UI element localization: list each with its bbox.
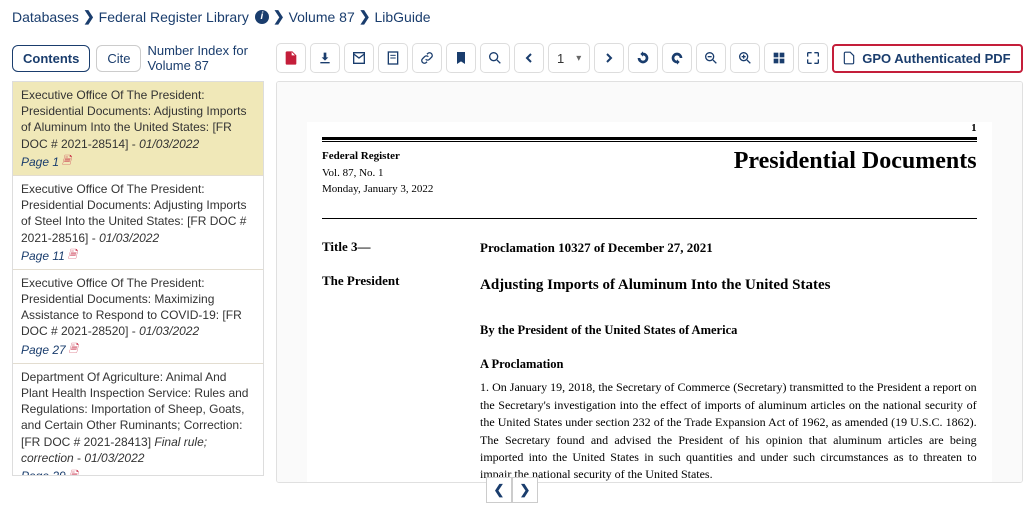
- proclamation-title: Adjusting Imports of Aluminum Into the U…: [480, 275, 977, 297]
- by-line: By the President of the United States of…: [480, 321, 977, 339]
- proclamation-number: Proclamation 10327 of December 27, 2021: [480, 239, 977, 258]
- pdf-icon: [842, 51, 856, 65]
- toc-item[interactable]: Executive Office Of The President: Presi…: [13, 176, 263, 270]
- doc-president: The President: [322, 273, 452, 289]
- grid-view-button[interactable]: [764, 43, 794, 73]
- pdf-icon: 🗎: [69, 469, 78, 476]
- email-button[interactable]: [344, 43, 374, 73]
- tab-contents[interactable]: Contents: [12, 45, 90, 72]
- document-viewer[interactable]: 1 Federal Register Vol. 87, No. 1 Monday…: [276, 81, 1023, 483]
- number-index-link[interactable]: Number Index for Volume 87: [147, 43, 264, 73]
- pdf-icon: 🗎: [69, 342, 78, 357]
- prev-page-button[interactable]: [514, 43, 544, 73]
- link-button[interactable]: [412, 43, 442, 73]
- toc-item[interactable]: Department Of Agriculture: Animal And Pl…: [13, 364, 263, 476]
- rotate-ccw-button[interactable]: [628, 43, 658, 73]
- page-select[interactable]: 1▾: [548, 43, 590, 73]
- download-button[interactable]: [310, 43, 340, 73]
- bookmark-button[interactable]: [446, 43, 476, 73]
- pdf-icon: 🗎: [68, 248, 77, 263]
- breadcrumb: Databases ❯ Federal Register Library i ❯…: [0, 0, 1024, 33]
- doc-register: Federal Register: [322, 148, 433, 165]
- doc-main-title: Presidential Documents: [734, 148, 977, 175]
- notes-button[interactable]: [378, 43, 408, 73]
- chevron-down-icon: ▾: [576, 53, 581, 64]
- doc-date: Monday, January 3, 2022: [322, 181, 433, 198]
- doc-paragraph: 1. On January 19, 2018, the Secretary of…: [480, 379, 977, 483]
- right-panel: 1▾ GPO Authenticated PDF 1 Federal Regis…: [276, 43, 1023, 483]
- breadcrumb-volume[interactable]: Volume 87: [289, 9, 355, 25]
- doc-title3: Title 3—: [322, 239, 452, 255]
- pdf-icon: 🗎: [62, 154, 71, 169]
- toc-item[interactable]: Executive Office Of The President: Presi…: [13, 82, 263, 176]
- breadcrumb-libguide[interactable]: LibGuide: [374, 9, 430, 25]
- doc-volume: Vol. 87, No. 1: [322, 165, 433, 182]
- search-button[interactable]: [480, 43, 510, 73]
- chevron-icon: ❯: [273, 8, 285, 25]
- breadcrumb-library[interactable]: Federal Register Library: [99, 9, 249, 25]
- toolbar: 1▾ GPO Authenticated PDF: [276, 43, 1023, 73]
- info-icon[interactable]: i: [255, 10, 269, 24]
- toc-list[interactable]: Executive Office Of The President: Presi…: [12, 81, 264, 476]
- chevron-icon: ❯: [83, 8, 95, 25]
- tab-cite[interactable]: Cite: [96, 45, 141, 72]
- fullscreen-button[interactable]: [798, 43, 828, 73]
- left-panel: Contents Cite Number Index for Volume 87…: [12, 43, 264, 483]
- toc-item[interactable]: Executive Office Of The President: Presi…: [13, 270, 263, 364]
- zoom-in-button[interactable]: [730, 43, 760, 73]
- breadcrumb-databases[interactable]: Databases: [12, 9, 79, 25]
- document-page: 1 Federal Register Vol. 87, No. 1 Monday…: [307, 122, 992, 483]
- a-proclamation: A Proclamation: [480, 355, 977, 373]
- next-page-button[interactable]: [594, 43, 624, 73]
- page-number: 1: [322, 122, 977, 134]
- pager-prev-button[interactable]: ❮: [486, 477, 512, 503]
- pager-bottom: ❮ ❯: [486, 477, 538, 503]
- pdf-download-button[interactable]: [276, 43, 306, 73]
- rotate-cw-button[interactable]: [662, 43, 692, 73]
- gpo-authenticated-pdf-button[interactable]: GPO Authenticated PDF: [832, 44, 1022, 73]
- zoom-out-button[interactable]: [696, 43, 726, 73]
- chevron-icon: ❯: [359, 8, 371, 25]
- pager-next-button[interactable]: ❯: [512, 477, 538, 503]
